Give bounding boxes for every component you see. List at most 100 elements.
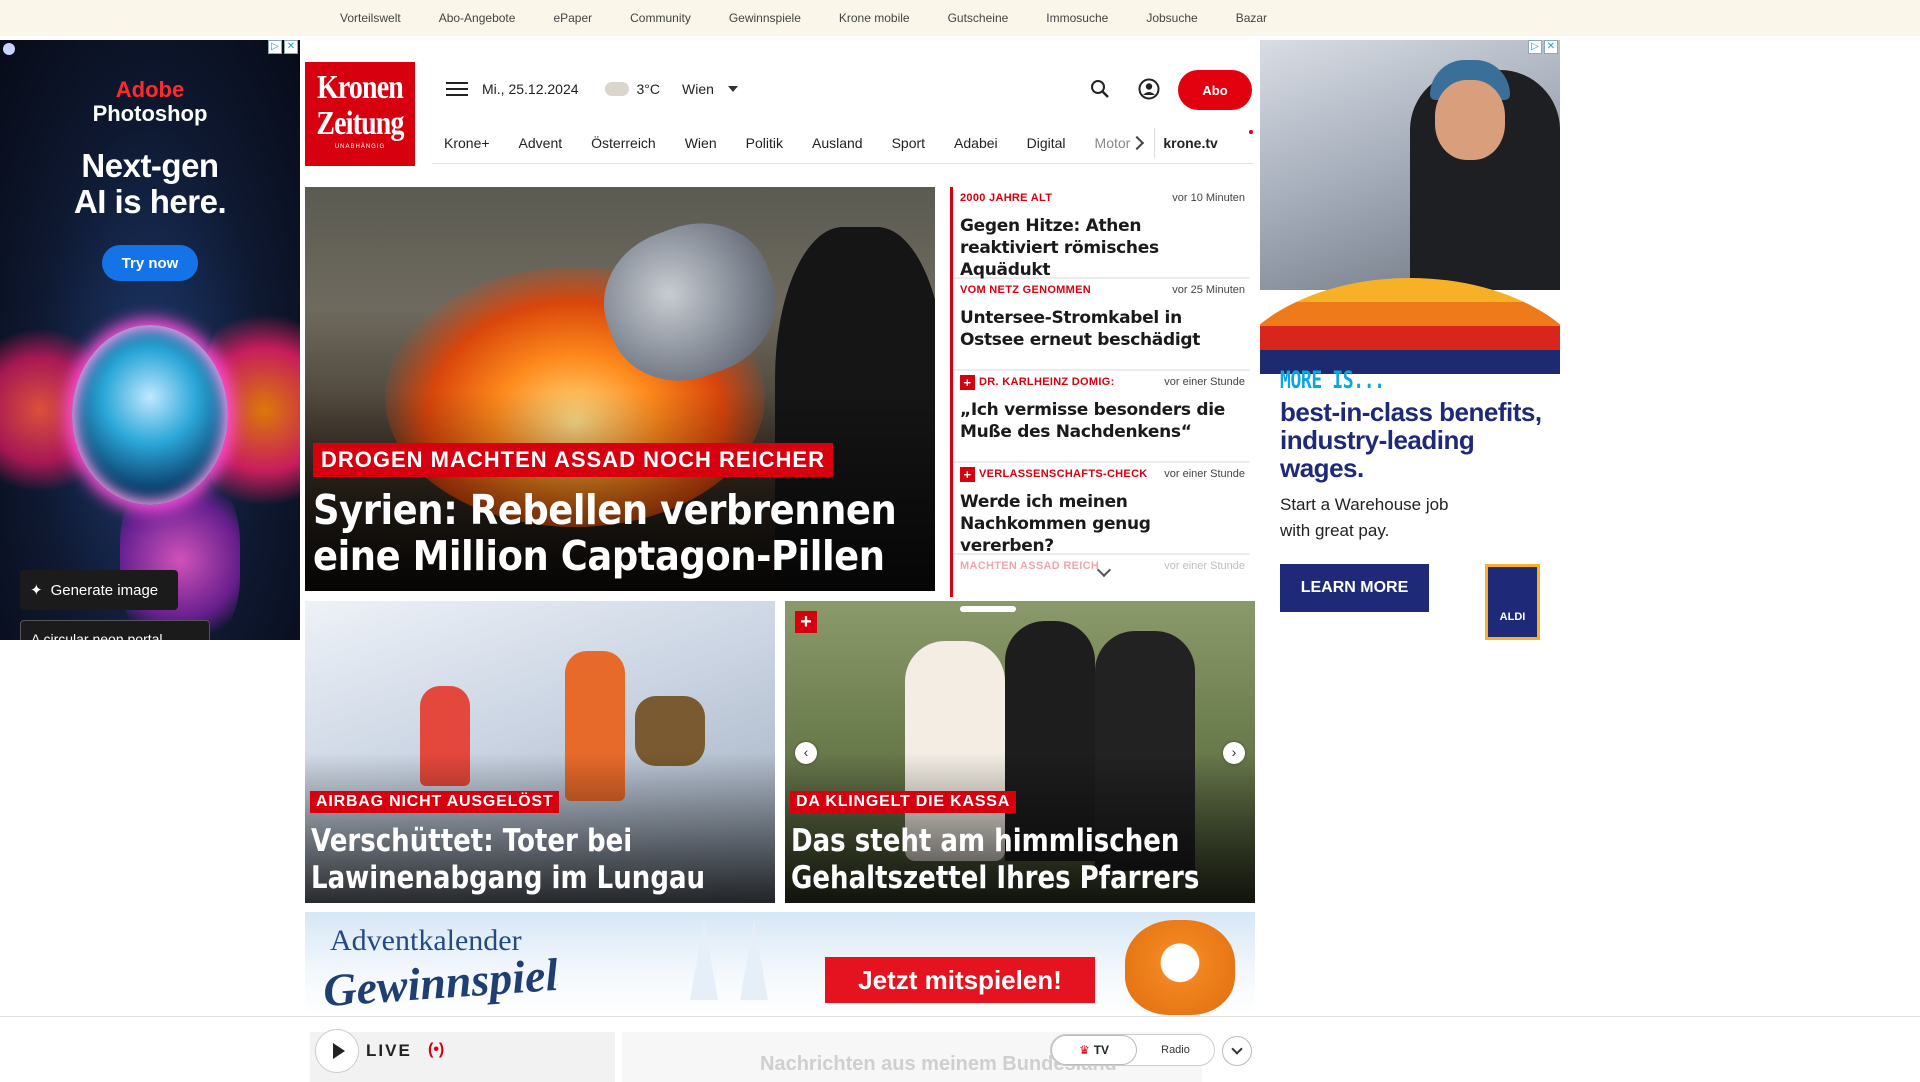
nav-item-adabei[interactable]: Adabei [954, 135, 998, 151]
tv-label: TV [1093, 1043, 1110, 1057]
card-title-line2: Lawinenabgang im Lungau [311, 860, 706, 896]
hero-article[interactable]: DROGEN MACHTEN ASSAD NOCH REICHER Syrien… [305, 187, 935, 591]
ticker-kicker-wrap: + VERLASSENSCHAFTS-CHECK [960, 466, 1148, 482]
logo-line2: Zeitung [316, 105, 404, 142]
menu-icon[interactable] [444, 79, 470, 99]
nav-item-politik[interactable]: Politik [746, 135, 783, 151]
nav-item-krone-tv[interactable]: krone.tv [1163, 135, 1217, 151]
ad-subtext: Start a Warehouse job with great pay. [1280, 495, 1449, 540]
learn-more-button[interactable]: LEARN MORE [1280, 564, 1429, 612]
utility-link-community[interactable]: Community [630, 11, 691, 25]
krone-plus-icon: + [960, 374, 975, 390]
tree-decoration [690, 920, 718, 1000]
utility-link-abo-angebote[interactable]: Abo-Angebote [439, 11, 516, 25]
sparkle-image-icon: ✦ [30, 582, 43, 599]
ad-headline: best-in-class benefits, industry-leading… [1280, 397, 1542, 483]
utility-link-gewinnspiele[interactable]: Gewinnspiele [729, 11, 801, 25]
generate-image-label: Generate image [50, 581, 159, 599]
ticker-title: „Ich vermisse besonders die Muße des Nac… [960, 400, 1225, 442]
ticker-title: Werde ich meinen Nachkommen genug vererb… [960, 492, 1151, 556]
right-advertisement[interactable]: ▷ ✕ MORE IS... best-in-class benefits, i… [1260, 40, 1560, 640]
nav-item-advent[interactable]: Advent [519, 135, 563, 151]
krone-logo[interactable]: Kronen Zeitung UNABHÄNGIG [305, 62, 415, 166]
utility-link-krone-mobile[interactable]: Krone mobile [839, 11, 910, 25]
try-now-button[interactable]: Try now [102, 245, 198, 281]
article-card[interactable]: AIRBAG NICHT AUSGELÖST Verschüttet: Tote… [305, 601, 775, 903]
article-card[interactable]: + ‹ › DA KLINGELT DIE KASSA Das steht am… [785, 601, 1255, 903]
card-title-line1: Verschüttet: Toter bei [311, 823, 633, 859]
nav-item-ausland[interactable]: Ausland [812, 135, 863, 151]
news-ticker: 2000 JAHRE ALT vor 10 Minuten Gegen Hitz… [950, 187, 1250, 597]
nav-item-sport[interactable]: Sport [892, 135, 925, 151]
user-account-icon[interactable] [1138, 78, 1160, 100]
utility-link-jobsuche[interactable]: Jobsuche [1146, 11, 1197, 25]
tree-decoration [740, 920, 768, 1000]
ad-close-icon[interactable]: ✕ [1544, 40, 1558, 54]
radio-toggle[interactable]: Radio [1137, 1035, 1214, 1065]
ticker-item[interactable]: 2000 JAHRE ALT vor 10 Minuten Gegen Hitz… [953, 187, 1250, 280]
live-player-bar: Nachrichten aus meinem Bundesland LIVE (… [0, 1016, 1920, 1082]
utility-link-immosuche[interactable]: Immosuche [1046, 11, 1108, 25]
ticker-item[interactable]: + DR. KARLHEINZ DOMIG: vor einer Stunde … [953, 371, 1250, 463]
advent-cta-button[interactable]: Jetzt mitspielen! [825, 957, 1095, 1003]
ad-close-icon[interactable]: ✕ [284, 40, 298, 54]
advent-banner[interactable]: Adventkalender Gewinnspiel Jetzt mitspie… [305, 912, 1255, 1015]
utility-link-epaper[interactable]: ePaper [553, 11, 592, 25]
card-title-line1: Das steht am himmlischen [791, 823, 1180, 859]
nav-item-wien[interactable]: Wien [685, 135, 717, 151]
utility-nav: Vorteilswelt Abo-Angebote ePaper Communi… [0, 0, 1920, 36]
ad-choices-icon[interactable]: ▷ [268, 40, 282, 54]
card-title-line2: Gehaltszettel Ihres Pfarrers [791, 860, 1200, 896]
chevron-right-icon[interactable] [1130, 135, 1145, 150]
ticker-item[interactable]: VOM NETZ GENOMMEN vor 25 Minuten Unterse… [953, 279, 1250, 371]
city-label: Wien [682, 81, 714, 97]
ticker-item[interactable]: + VERLASSENSCHAFTS-CHECK vor einer Stund… [953, 463, 1250, 556]
expand-player-button[interactable] [1222, 1036, 1252, 1066]
utility-link-gutscheine[interactable]: Gutscheine [948, 11, 1009, 25]
hero-title: Syrien: Rebellen verbrennen eine Million… [313, 486, 897, 579]
ticker-item[interactable]: MACHTEN ASSAD REICH vor einer Stunde [953, 555, 1250, 597]
chevron-down-icon [1231, 1043, 1243, 1055]
left-advertisement[interactable]: ▷ ✕ Adobe Photoshop Next-gen AI is here.… [0, 40, 300, 640]
ad-choices[interactable]: ▷ ✕ [268, 40, 298, 54]
utility-link-vorteilswelt[interactable]: Vorteilswelt [340, 11, 401, 25]
weather-widget[interactable]: 3°C [604, 76, 661, 97]
generate-image-button[interactable]: ✦ Generate image [20, 570, 178, 610]
carousel-indicator [960, 606, 1016, 612]
carousel-next-icon[interactable]: › [1223, 742, 1245, 764]
utility-link-bazar[interactable]: Bazar [1236, 11, 1267, 25]
chevron-down-icon [727, 86, 738, 92]
card-kicker: DA KLINGELT DIE KASSA [790, 791, 1017, 813]
ad-info-icon[interactable] [3, 43, 15, 55]
temperature: 3°C [636, 81, 661, 97]
abo-button[interactable]: Abo [1178, 70, 1252, 110]
ticker-time: vor 10 Minuten [1172, 192, 1245, 204]
ad-choices[interactable]: ▷ ✕ [1528, 40, 1558, 54]
nav-item-digital[interactable]: Digital [1027, 135, 1066, 151]
krone-plus-icon: + [960, 466, 975, 482]
cloud-sun-icon [604, 76, 629, 96]
ad-brand-adobe: Adobe [115, 77, 185, 102]
nav-item-oesterreich[interactable]: Österreich [591, 135, 656, 151]
crown-icon: ♛ [1078, 1043, 1090, 1057]
live-label: LIVE [366, 1041, 412, 1060]
neon-portal-image [72, 325, 228, 505]
tv-toggle[interactable]: ♛ TV [1051, 1035, 1137, 1065]
city-select[interactable]: Wien [682, 81, 738, 97]
section-nav: Krone+ Advent Österreich Wien Politik Au… [432, 122, 1254, 164]
ticker-kicker: VOM NETZ GENOMMEN [960, 284, 1091, 296]
nav-item-krone-plus[interactable]: Krone+ [444, 135, 490, 151]
ticker-time: vor einer Stunde [1164, 376, 1245, 388]
media-toggle: ♛ TV Radio [1050, 1034, 1215, 1066]
nav-item-motor[interactable]: Motor [1095, 135, 1131, 151]
prompt-input[interactable]: A circular neon portal ... [20, 620, 210, 640]
hero-title-line1: Syrien: Rebellen verbrennen [313, 486, 897, 534]
current-date: Mi., 25.12.2024 [482, 81, 579, 97]
carousel-prev-icon[interactable]: ‹ [795, 742, 817, 764]
ad-choices-icon[interactable]: ▷ [1528, 40, 1542, 54]
ticker-kicker: DR. KARLHEINZ DOMIG: [979, 376, 1115, 388]
search-icon[interactable] [1090, 79, 1110, 99]
play-icon [332, 1043, 345, 1059]
card-title: Das steht am himmlischen Gehaltszettel I… [791, 823, 1245, 897]
play-button[interactable] [315, 1029, 359, 1073]
